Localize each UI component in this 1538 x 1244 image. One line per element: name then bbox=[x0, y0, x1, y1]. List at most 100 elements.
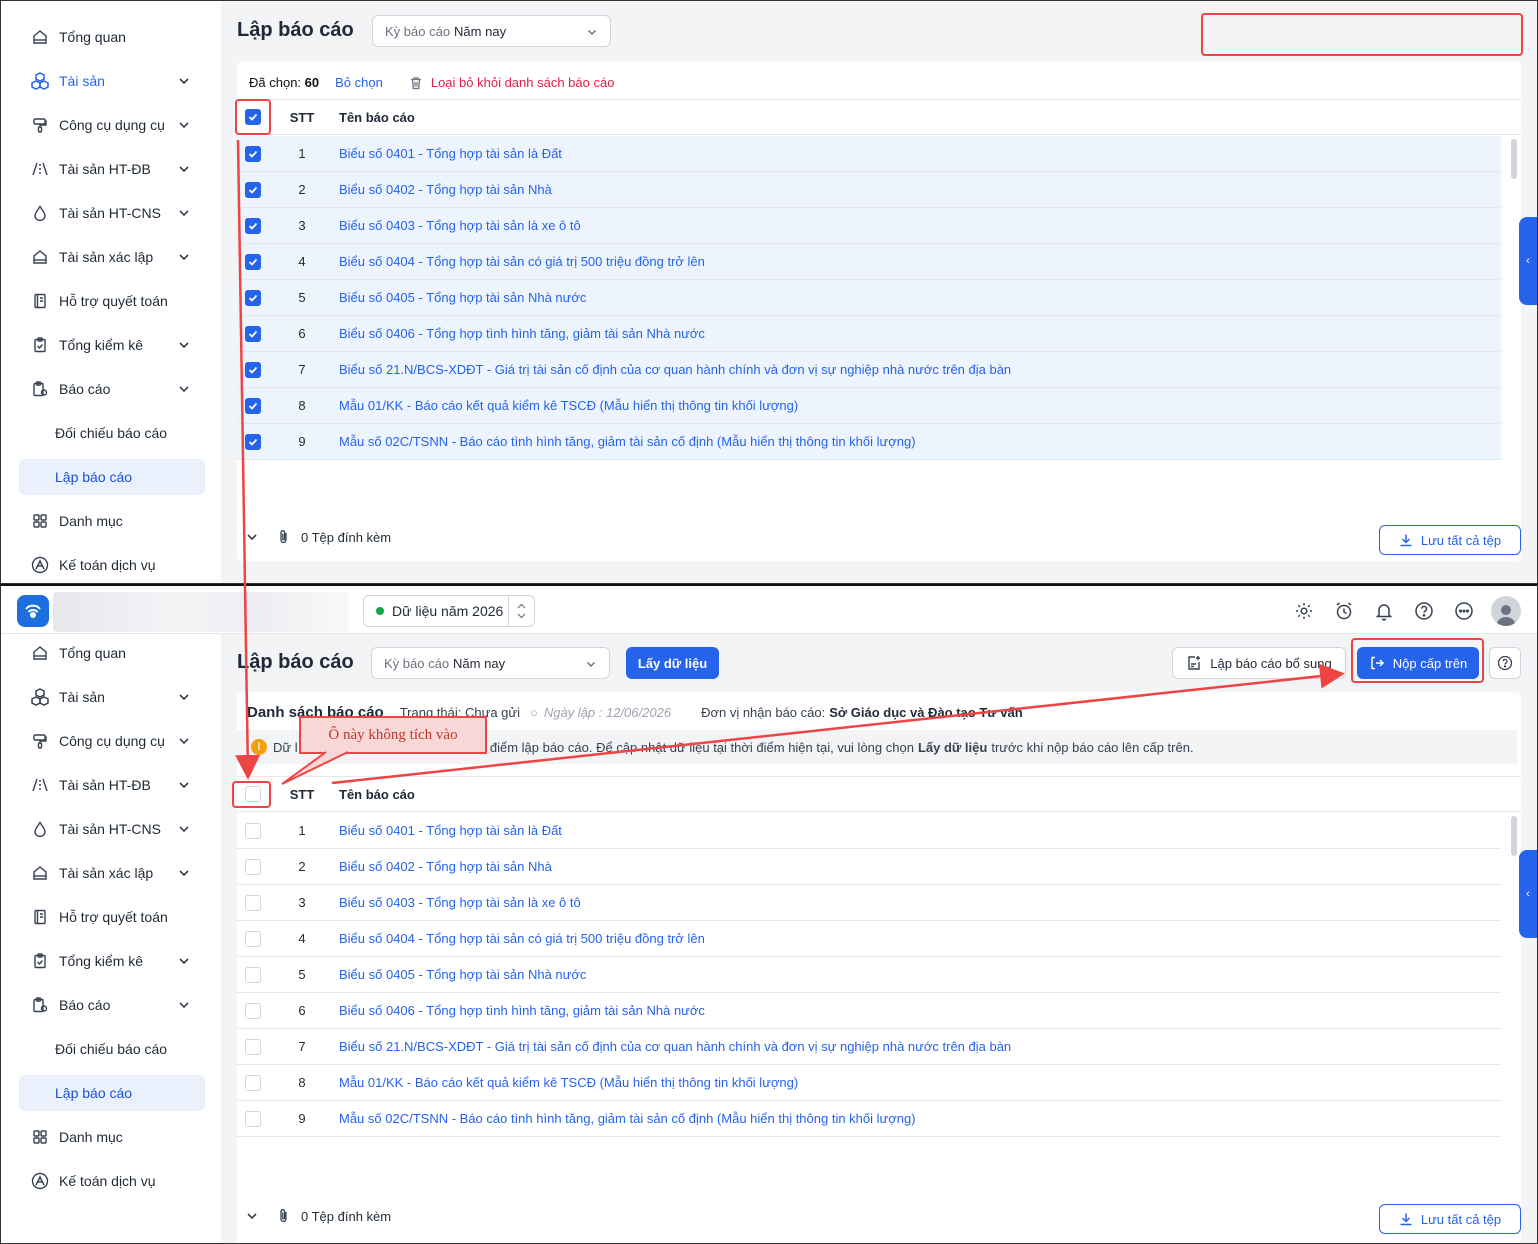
table-row[interactable]: 2 Biểu số 0402 - Tổng hợp tài sản Nhà bbox=[237, 849, 1501, 885]
row-checkbox[interactable] bbox=[245, 289, 261, 306]
sidebar-item-settlement[interactable]: Hỗ trợ quyết toán bbox=[19, 899, 205, 935]
table-row[interactable]: 3 Biểu số 0403 - Tổng hợp tài sản là xe ô… bbox=[237, 885, 1501, 921]
deselect-link[interactable]: Bỏ chọn bbox=[335, 75, 383, 90]
row-checkbox[interactable] bbox=[245, 433, 261, 450]
table-row[interactable]: 8 Mẫu 01/KK - Báo cáo kết quả kiểm kê TSC… bbox=[237, 388, 1501, 424]
row-checkbox[interactable] bbox=[245, 930, 261, 947]
row-checkbox[interactable] bbox=[245, 894, 261, 911]
sidebar-item-established-assets[interactable]: Tài sản xác lập bbox=[19, 855, 205, 891]
table-row[interactable]: 3 Biểu số 0403 - Tổng hợp tài sản là xe ô… bbox=[237, 208, 1501, 244]
scrollbar[interactable] bbox=[1511, 816, 1517, 856]
report-name-link[interactable]: Biểu số 0403 - Tổng hợp tài sản là xe ô … bbox=[327, 218, 581, 233]
row-checkbox[interactable] bbox=[245, 1038, 261, 1055]
table-row[interactable]: 4 Biểu số 0404 - Tổng hợp tài sản có giá … bbox=[237, 244, 1501, 280]
table-row[interactable]: 5 Biểu số 0405 - Tổng hợp tài sản Nhà nướ… bbox=[237, 957, 1501, 993]
scrollbar[interactable] bbox=[1511, 139, 1517, 179]
row-checkbox[interactable] bbox=[245, 253, 261, 270]
sidebar-item-assets[interactable]: Tài sản bbox=[19, 63, 205, 99]
supplement-report-button[interactable]: Lập báo cáo bổ sung bbox=[1172, 647, 1346, 679]
sidebar-item-reports[interactable]: Báo cáo bbox=[19, 987, 205, 1023]
row-checkbox[interactable] bbox=[245, 325, 261, 342]
sidebar-item-water-assets[interactable]: Tài sản HT-CNS bbox=[19, 811, 205, 847]
table-row[interactable]: 7 Biểu số 21.N/BCS-XDĐT - Giá trị tài sản… bbox=[237, 352, 1501, 388]
table-row[interactable]: 2 Biểu số 0402 - Tổng hợp tài sản Nhà bbox=[237, 172, 1501, 208]
row-checkbox[interactable] bbox=[245, 397, 261, 414]
row-checkbox[interactable] bbox=[245, 145, 261, 162]
table-row[interactable]: 4 Biểu số 0404 - Tổng hợp tài sản có giá … bbox=[237, 921, 1501, 957]
sidebar-item-tools[interactable]: Công cụ dụng cụ bbox=[19, 723, 205, 759]
row-checkbox[interactable] bbox=[245, 822, 261, 839]
save-all-files-button[interactable]: Lưu tất cả tệp bbox=[1379, 525, 1521, 555]
row-checkbox[interactable] bbox=[245, 1074, 261, 1091]
help-button[interactable] bbox=[1489, 647, 1521, 679]
sidebar-item-report-reconcile[interactable]: Đối chiếu báo cáo bbox=[19, 1031, 205, 1067]
row-checkbox[interactable] bbox=[245, 858, 261, 875]
sidebar-item-service-accounting[interactable]: Kế toán dịch vụ bbox=[19, 1163, 205, 1199]
table-row[interactable]: 6 Biểu số 0406 - Tổng hợp tình hình tăng,… bbox=[237, 316, 1501, 352]
fetch-data-button[interactable]: Lấy dữ liệu bbox=[626, 647, 719, 679]
attachments-toggle[interactable]: 0 Tệp đính kèm bbox=[245, 529, 391, 545]
sidebar-item-catalog[interactable]: Danh mục bbox=[19, 1119, 205, 1155]
report-name-link[interactable]: Mẫu 01/KK - Báo cáo kết quả kiểm kê TSCĐ… bbox=[327, 1075, 798, 1090]
sidebar-item-road-assets[interactable]: Tài sản HT-ĐB bbox=[19, 767, 205, 803]
row-checkbox[interactable] bbox=[245, 1002, 261, 1019]
data-year-stepper[interactable]: Dữ liệu năm 2026 bbox=[363, 595, 535, 627]
report-name-link[interactable]: Biểu số 0404 - Tổng hợp tài sản có giá t… bbox=[327, 931, 705, 946]
table-row[interactable]: 9 Mẫu số 02C/TSNN - Báo cáo tình hình tăn… bbox=[237, 1101, 1501, 1137]
sidebar-item-road-assets[interactable]: Tài sản HT-ĐB bbox=[19, 151, 205, 187]
sidebar-item-tools[interactable]: Công cụ dụng cụ bbox=[19, 107, 205, 143]
sidebar-item-inventory[interactable]: Tổng kiểm kê bbox=[19, 943, 205, 979]
report-name-link[interactable]: Biểu số 0406 - Tổng hợp tình hình tăng, … bbox=[327, 1003, 705, 1018]
table-row[interactable]: 7 Biểu số 21.N/BCS-XDĐT - Giá trị tài sản… bbox=[237, 1029, 1501, 1065]
period-select[interactable]: Kỳ báo cáo Năm nay bbox=[371, 647, 610, 679]
help-icon[interactable] bbox=[1411, 598, 1437, 624]
report-name-link[interactable]: Biểu số 21.N/BCS-XDĐT - Giá trị tài sản … bbox=[327, 1039, 1011, 1054]
sidebar-item-create-report[interactable]: Lập báo cáo bbox=[19, 459, 205, 495]
sidebar-item-overview[interactable]: Tổng quan bbox=[19, 19, 205, 55]
sidebar-item-established-assets[interactable]: Tài sản xác lập bbox=[19, 239, 205, 275]
more-icon[interactable] bbox=[1451, 598, 1477, 624]
chevron-up-icon[interactable] bbox=[517, 603, 526, 609]
report-name-link[interactable]: Biểu số 0406 - Tổng hợp tình hình tăng, … bbox=[327, 326, 705, 341]
app-logo[interactable] bbox=[17, 595, 49, 627]
report-name-link[interactable]: Biểu số 0401 - Tổng hợp tài sản là Đất bbox=[327, 146, 562, 161]
sidebar-item-water-assets[interactable]: Tài sản HT-CNS bbox=[19, 195, 205, 231]
table-row[interactable]: 6 Biểu số 0406 - Tổng hợp tình hình tăng,… bbox=[237, 993, 1501, 1029]
attachments-toggle[interactable]: 0 Tệp đính kèm bbox=[245, 1208, 391, 1224]
report-name-link[interactable]: Biểu số 0405 - Tổng hợp tài sản Nhà nước bbox=[327, 290, 586, 305]
row-checkbox[interactable] bbox=[245, 966, 261, 983]
sidebar-item-assets[interactable]: Tài sản bbox=[19, 679, 205, 715]
year-spin-buttons[interactable] bbox=[508, 596, 534, 626]
alarm-clock-icon[interactable] bbox=[1331, 598, 1357, 624]
table-row[interactable]: 8 Mẫu 01/KK - Báo cáo kết quả kiểm kê TSC… bbox=[237, 1065, 1501, 1101]
report-name-link[interactable]: Biểu số 21.N/BCS-XDĐT - Giá trị tài sản … bbox=[327, 362, 1011, 377]
report-name-link[interactable]: Biểu số 0401 - Tổng hợp tài sản là Đất bbox=[327, 823, 562, 838]
report-name-link[interactable]: Mẫu số 02C/TSNN - Báo cáo tình hình tăng… bbox=[327, 1111, 916, 1126]
sidebar-item-overview[interactable]: Tổng quan bbox=[19, 635, 205, 671]
bell-icon[interactable] bbox=[1371, 598, 1397, 624]
sidebar-item-service-accounting[interactable]: Kế toán dịch vụ bbox=[19, 547, 205, 583]
table-row[interactable]: 1 Biểu số 0401 - Tổng hợp tài sản là Đất bbox=[237, 813, 1501, 849]
report-name-link[interactable]: Biểu số 0404 - Tổng hợp tài sản có giá t… bbox=[327, 254, 705, 269]
sidebar-item-settlement[interactable]: Hỗ trợ quyết toán bbox=[19, 283, 205, 319]
save-all-files-button[interactable]: Lưu tất cả tệp bbox=[1379, 1204, 1521, 1234]
period-select[interactable]: Kỳ báo cáo Năm nay bbox=[372, 15, 611, 47]
remove-from-list-link[interactable]: Loại bỏ khỏi danh sách báo cáo bbox=[409, 75, 614, 90]
row-checkbox[interactable] bbox=[245, 181, 261, 198]
gear-icon[interactable] bbox=[1291, 598, 1317, 624]
report-name-link[interactable]: Biểu số 0402 - Tổng hợp tài sản Nhà bbox=[327, 859, 552, 874]
row-checkbox[interactable] bbox=[245, 361, 261, 378]
report-name-link[interactable]: Mẫu 01/KK - Báo cáo kết quả kiểm kê TSCĐ… bbox=[327, 398, 798, 413]
table-row[interactable]: 1 Biểu số 0401 - Tổng hợp tài sản là Đất bbox=[237, 136, 1501, 172]
side-panel-toggle[interactable]: ‹ bbox=[1519, 850, 1537, 938]
side-panel-toggle[interactable]: ‹ bbox=[1519, 217, 1537, 305]
sidebar-item-report-reconcile[interactable]: Đối chiếu báo cáo bbox=[19, 415, 205, 451]
chevron-down-icon[interactable] bbox=[517, 613, 526, 619]
sidebar-item-catalog[interactable]: Danh mục bbox=[19, 503, 205, 539]
report-name-link[interactable]: Biểu số 0403 - Tổng hợp tài sản là xe ô … bbox=[327, 895, 581, 910]
avatar[interactable] bbox=[1491, 596, 1521, 626]
sidebar-item-reports[interactable]: Báo cáo bbox=[19, 371, 205, 407]
table-row[interactable]: 9 Mẫu số 02C/TSNN - Báo cáo tình hình tăn… bbox=[237, 424, 1501, 460]
sidebar-item-create-report[interactable]: Lập báo cáo bbox=[19, 1075, 205, 1111]
sidebar-item-inventory[interactable]: Tổng kiểm kê bbox=[19, 327, 205, 363]
